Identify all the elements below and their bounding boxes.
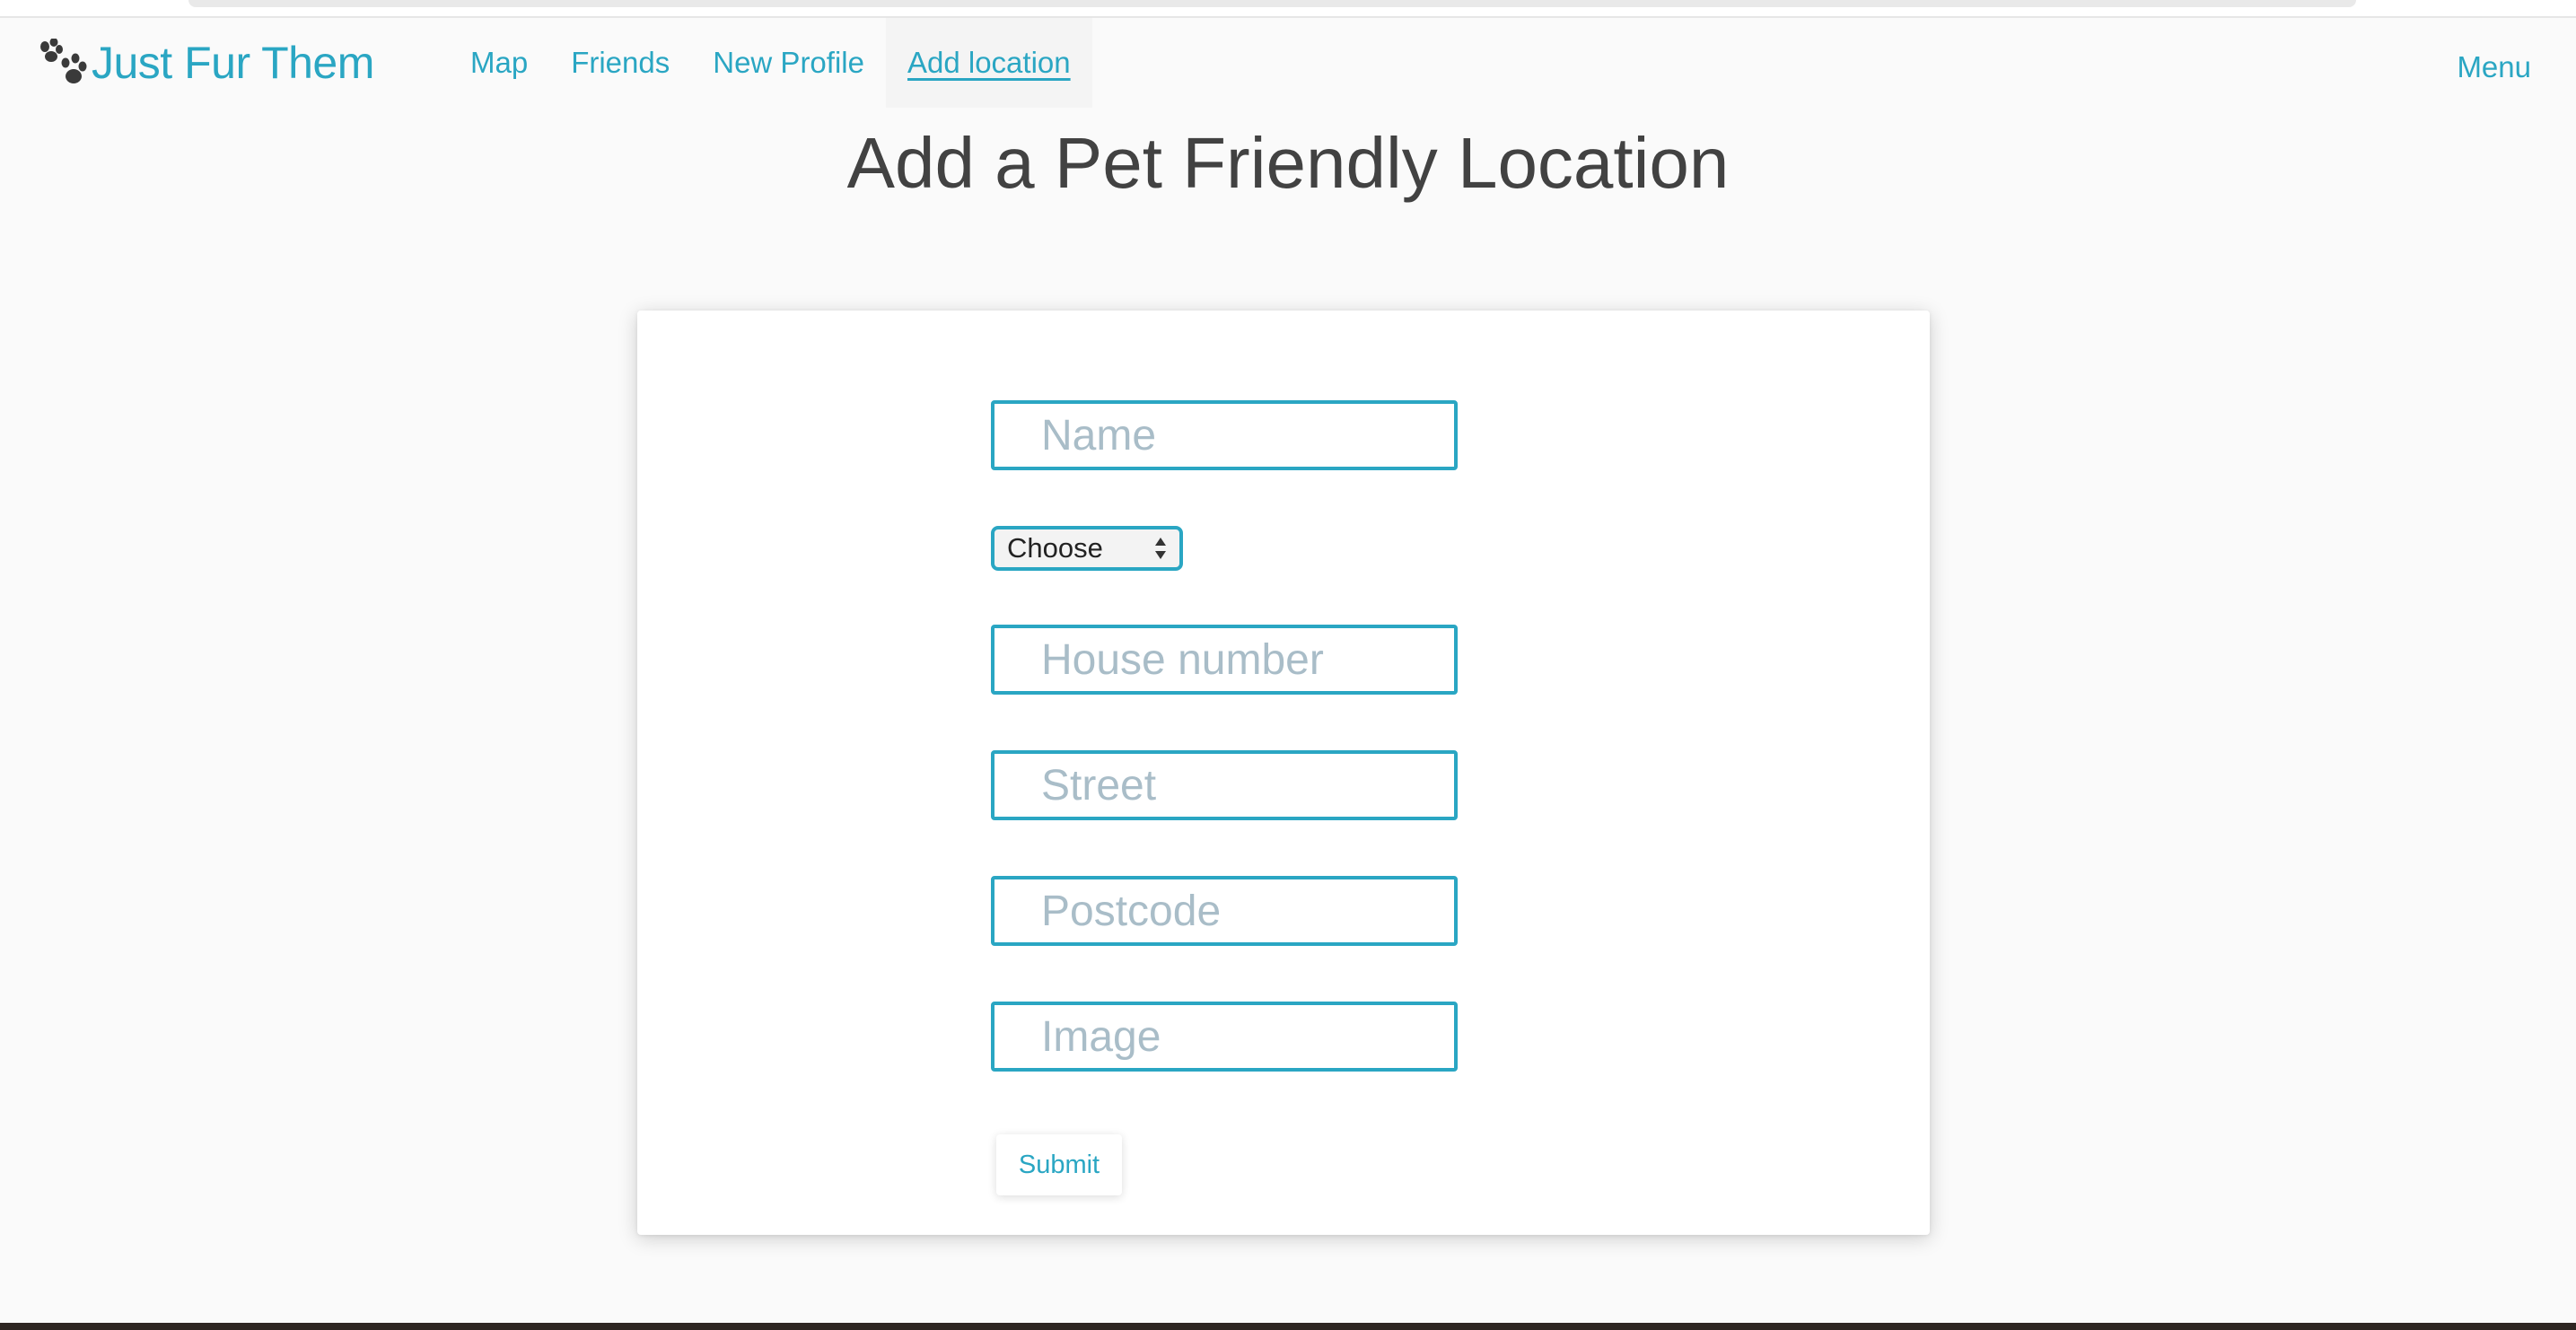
paw-icon [38, 38, 88, 87]
page-title: Add a Pet Friendly Location [846, 123, 1730, 203]
name-input[interactable] [991, 400, 1458, 470]
horizontal-scrollbar[interactable] [188, 0, 2356, 7]
nav-links: Map Friends New Profile Add location [449, 18, 1092, 108]
select-arrows-icon [1154, 537, 1167, 560]
image-input[interactable] [991, 1002, 1458, 1072]
submit-button[interactable]: Submit [996, 1134, 1122, 1195]
category-select-value: Choose [1007, 532, 1103, 564]
postcode-input[interactable] [991, 876, 1458, 946]
category-select[interactable]: Choose [991, 526, 1183, 571]
navbar: Just Fur Them Map Friends New Profile Ad… [0, 18, 2576, 108]
nav-link-friends[interactable]: Friends [549, 18, 691, 108]
house-number-input[interactable] [991, 625, 1458, 695]
brand-logo-link[interactable]: Just Fur Them [38, 36, 374, 90]
menu-button[interactable]: Menu [2457, 50, 2531, 84]
street-input[interactable] [991, 750, 1458, 820]
brand-name: Just Fur Them [92, 38, 374, 88]
nav-link-new-profile[interactable]: New Profile [691, 18, 886, 108]
nav-link-map[interactable]: Map [449, 18, 549, 108]
bottom-edge-bar [0, 1323, 2576, 1330]
add-location-form-card: Choose Submit [637, 311, 1930, 1235]
browser-top-strip [0, 0, 2576, 18]
nav-link-add-location[interactable]: Add location [885, 18, 1092, 108]
